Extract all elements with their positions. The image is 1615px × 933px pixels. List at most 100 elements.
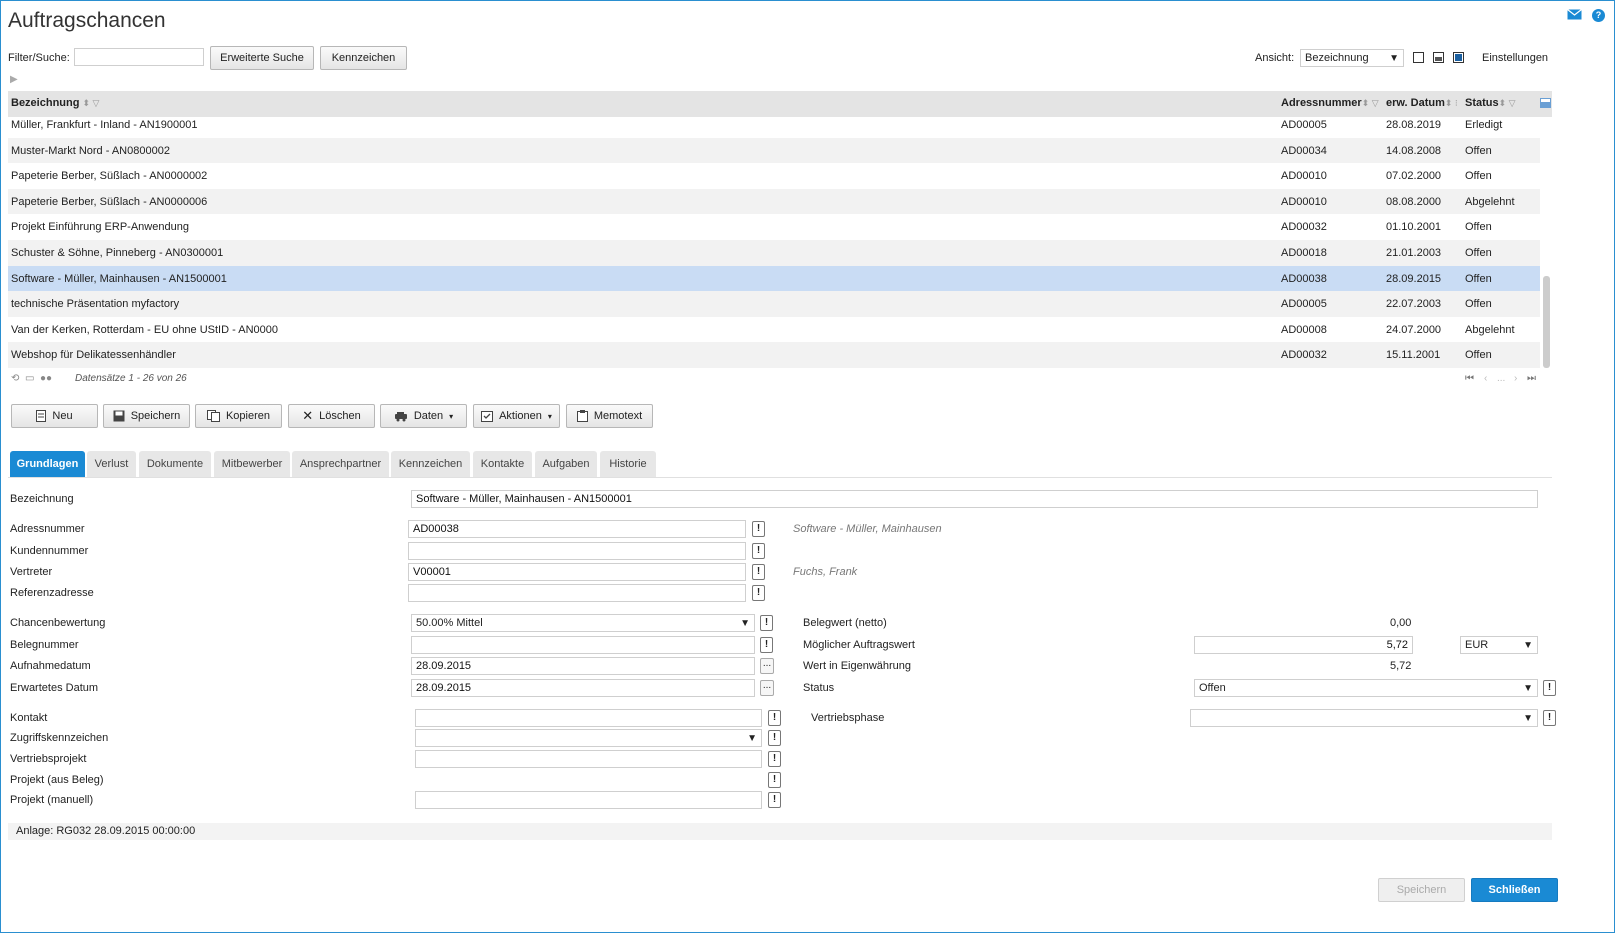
table-row[interactable]: Papeterie Berber, Süßlach - AN0000006 AD… [8,188,1540,215]
layout-full-icon[interactable] [1453,52,1465,63]
column-chooser-icon[interactable] [1540,98,1551,108]
extended-search-button[interactable]: Erweiterte Suche [210,46,314,70]
close-button[interactable]: Schließen [1471,878,1558,902]
delete-button[interactable]: ✕ Löschen [288,404,375,428]
help-icon[interactable]: ? [1592,9,1605,22]
sort-icon: ⬍ ⁝ [1444,98,1458,108]
referenzadresse-field[interactable] [408,584,746,602]
lookup-icon[interactable]: ! [768,792,781,808]
copy-button[interactable]: Kopieren [195,404,282,428]
chancenbewertung-select[interactable]: 50.00% Mittel ▼ [411,614,755,632]
flags-button[interactable]: Kennzeichen [320,46,407,70]
lookup-icon[interactable]: ! [768,710,781,726]
moeglicher-auftragswert-field[interactable]: 5,72 [1194,636,1413,654]
lookup-icon[interactable]: ! [768,772,781,788]
tab-verlust[interactable]: Verlust [87,451,136,477]
layout-single-icon[interactable] [1413,52,1425,63]
refresh-icon[interactable]: ⟲ [11,373,19,384]
eigenwaehrung-value: 5,72 [1390,660,1412,672]
projekt-beleg-label: Projekt (aus Beleg) [10,774,104,786]
filter-label: Filter/Suche: [8,52,70,64]
lookup-icon[interactable]: ! [768,730,781,746]
table-row-selected[interactable]: Software - Müller, Mainhausen - AN150000… [8,265,1540,292]
table-row[interactable]: Schuster & Söhne, Pinneberg - AN0300001 … [8,240,1540,266]
column-header-bezeichnung[interactable]: Bezeichnung ⬍ ▽ [11,97,99,109]
data-menu-button[interactable]: Daten ▾ [380,404,467,428]
first-page-icon[interactable]: ⏮ [1465,373,1474,384]
document-icon [36,410,47,422]
bezeichnung-field[interactable]: Software - Müller, Mainhausen - AN150000… [411,490,1538,508]
currency-select[interactable]: EUR ▼ [1460,636,1538,654]
erwartetes-datum-label: Erwartetes Datum [10,682,99,694]
kontakt-field[interactable] [415,709,762,727]
table-row[interactable]: technische Präsentation myfactory AD0000… [8,291,1540,317]
status-select[interactable]: Offen ▼ [1194,679,1538,697]
vertriebsphase-select[interactable]: ▼ [1190,709,1538,727]
tab-kontakte[interactable]: Kontakte [473,451,532,477]
save-icon [113,410,125,422]
tab-ansprechpartner[interactable]: Ansprechpartner [292,451,389,477]
kundennummer-field[interactable] [408,542,746,560]
projekt-manuell-field[interactable] [415,791,762,809]
grid-scrollbar-thumb[interactable] [1543,276,1550,368]
tab-kennzeichen[interactable]: Kennzeichen [391,451,470,477]
view-select-value: Bezeichnung [1305,52,1369,64]
erwartetes-datum-field[interactable]: 28.09.2015 [411,679,755,697]
expand-arrow-icon[interactable]: ▶ [10,74,18,85]
bezeichnung-label: Bezeichnung [10,493,74,505]
lookup-icon[interactable]: ! [1543,710,1556,726]
settings-link[interactable]: Einstellungen [1482,52,1548,64]
lookup-icon[interactable]: ! [768,751,781,767]
lookup-icon[interactable]: ! [752,543,765,559]
aufnahmedatum-field[interactable]: 28.09.2015 [411,657,755,675]
lookup-icon[interactable]: ! [752,585,765,601]
tab-mitbewerber[interactable]: Mitbewerber [214,451,290,477]
tab-aufgaben[interactable]: Aufgaben [535,451,597,477]
table-row[interactable]: Van der Kerken, Rotterdam - EU ohne UStI… [8,317,1540,343]
filter-input[interactable] [74,48,204,66]
clipboard-icon [576,410,588,422]
lookup-icon[interactable]: ! [760,615,773,631]
columns-icon[interactable]: ●● [40,373,52,384]
table-row[interactable]: Müller, Frankfurt - Inland - AN1900001 A… [8,112,1540,138]
next-page-icon[interactable]: › [1514,373,1517,384]
table-row[interactable]: Papeterie Berber, Süßlach - AN0000002 AD… [8,163,1540,189]
column-header-adressnummer[interactable]: Adressnummer⬍ ▽ [1281,97,1379,109]
zugriffskennzeichen-select[interactable]: ▼ [415,729,762,747]
column-header-datum[interactable]: erw. Datum⬍ ⁝ [1386,97,1458,109]
lookup-icon[interactable]: ! [1543,680,1556,696]
tab-historie[interactable]: Historie [600,451,656,477]
belegnummer-field[interactable] [411,636,755,654]
print-icon[interactable]: ▭ [25,373,34,384]
footer-save-button[interactable]: Speichern [1378,878,1465,902]
new-button[interactable]: Neu [11,404,98,428]
vertriebsprojekt-field[interactable] [415,750,762,768]
table-row[interactable]: Muster-Markt Nord - AN0800002 AD00034 14… [8,137,1540,164]
tab-grundlagen[interactable]: Grundlagen [10,451,85,477]
date-picker-button[interactable]: ... [760,680,774,696]
tab-dokumente[interactable]: Dokumente [139,451,211,477]
view-select[interactable]: Bezeichnung ▼ [1300,49,1404,67]
vertreter-field[interactable]: V00001 [408,563,746,581]
save-button[interactable]: Speichern [103,404,190,428]
prev-page-icon[interactable]: ‹ [1484,373,1487,384]
currency-value: EUR [1465,639,1489,651]
lookup-icon[interactable]: ! [752,564,765,580]
chevron-down-icon: ▼ [1389,53,1399,64]
memo-button[interactable]: Memotext [566,404,653,428]
lookup-icon[interactable]: ! [760,637,773,653]
table-row[interactable]: Projekt Einführung ERP-Anwendung AD00032… [8,214,1540,240]
eigenwaehrung-label: Wert in Eigenwährung [803,660,912,672]
last-page-icon[interactable]: ⏭ [1527,373,1536,384]
date-picker-button[interactable]: ... [760,658,774,674]
column-header-status[interactable]: Status⬍ ▽ [1465,97,1516,109]
adressnummer-hint: Software - Müller, Mainhausen [793,523,942,535]
layout-split-icon[interactable] [1433,52,1445,63]
table-row[interactable]: Webshop für Delikatessenhändler AD00032 … [8,342,1540,368]
actions-menu-button[interactable]: Aktionen ▾ [473,404,560,428]
referenzadresse-label: Referenzadresse [10,587,94,599]
mail-icon[interactable] [1567,8,1582,21]
car-icon [394,411,407,421]
adressnummer-field[interactable]: AD00038 [408,520,746,538]
lookup-icon[interactable]: ! [752,521,765,537]
